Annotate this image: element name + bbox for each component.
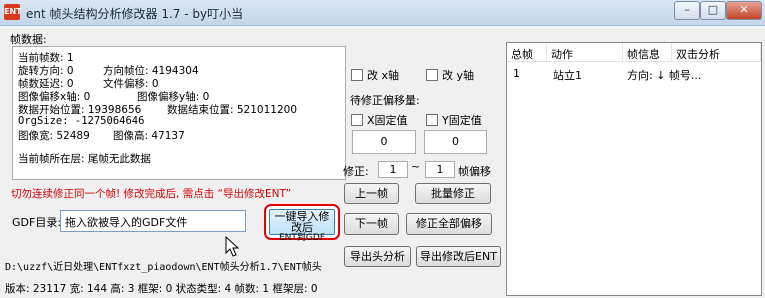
- mouse-cursor-icon: [225, 236, 239, 257]
- warning-text: 切勿连续修正同一个帧! 修改完成后, 需点击 “导出修改ENT”: [11, 188, 292, 200]
- maximize-icon: □: [707, 3, 719, 16]
- gdf-dir-label: GDF目录:: [12, 216, 62, 229]
- correction-label: 修正:: [343, 165, 369, 178]
- correction-tilde: ~: [411, 160, 421, 173]
- flip-y-label: 改 y轴: [442, 69, 475, 82]
- fix-y-input[interactable]: 0: [424, 130, 487, 154]
- file-path-text: D:\uzzf\近日处理\ENTfxzt_piaodown\ENT帧头分析1.7…: [5, 262, 322, 273]
- fix-x-input[interactable]: 0: [352, 130, 416, 154]
- fix-y-label: Y固定值: [442, 114, 482, 127]
- current-layer-text: 当前帧所在层: 尾帧无此数据: [18, 153, 151, 165]
- export-header-button[interactable]: 导出头分析: [344, 246, 411, 267]
- next-frame-button[interactable]: 下一帧: [344, 213, 399, 235]
- column-header-total[interactable]: 总帧: [507, 43, 547, 62]
- app-logo-icon: ENT: [4, 4, 22, 20]
- checkbox-box[interactable]: [426, 114, 438, 126]
- frame-data-label: 帧数据:: [10, 33, 47, 46]
- table-row-total[interactable]: 1: [509, 67, 520, 80]
- fix-all-button[interactable]: 修正全部偏移: [406, 213, 492, 235]
- checkbox-box[interactable]: [426, 69, 438, 81]
- checkbox-box[interactable]: [351, 114, 363, 126]
- import-highlight-frame: 一键导入修改后 ENT到GDF: [264, 204, 340, 243]
- gdf-dir-input[interactable]: 拖入欲被导入的GDF文件: [60, 210, 246, 232]
- table-row-action[interactable]: 站立1: [549, 67, 582, 83]
- fix-x-label: X固定值: [367, 114, 408, 127]
- import-button-line2: ENT到GDF: [279, 233, 325, 243]
- correction-from-input[interactable]: 1: [378, 161, 408, 178]
- import-ent-to-gdf-button[interactable]: 一键导入修改后 ENT到GDF: [269, 209, 335, 243]
- close-button[interactable]: ✕: [726, 1, 762, 20]
- column-header-frame-info[interactable]: 帧信息: [623, 43, 672, 62]
- data-end-text: 数据结束位置: 521011200: [167, 104, 297, 116]
- maximize-button[interactable]: □: [700, 1, 726, 20]
- import-button-line1: 一键导入修改后: [274, 210, 330, 234]
- image-height-text: 图像高: 47137: [113, 130, 185, 142]
- status-bar-text: 版本: 23117 宽: 144 高: 3 框架: 0 状态类型: 4 帧数: …: [5, 283, 318, 295]
- flip-y-checkbox[interactable]: 改 y轴: [426, 67, 474, 83]
- batch-fix-button[interactable]: 批量修正: [415, 183, 491, 204]
- title-bar: ENT ent 帧头结构分析修改器 1.7 - by叮小当 – □ ✕: [0, 0, 765, 26]
- flip-x-label: 改 x轴: [367, 69, 400, 82]
- frame-info-panel[interactable]: 当前帧数: 1 旋转方向: 0 方向帧位: 4194304 帧数延迟: 0 文件…: [12, 46, 346, 180]
- table-row-frame-info[interactable]: 方向: ↓ 帧号...: [623, 67, 701, 83]
- column-header-analyze[interactable]: 双击分析: [672, 43, 761, 62]
- pending-offset-label: 待修正偏移量:: [350, 94, 420, 107]
- minimize-button[interactable]: –: [674, 1, 700, 20]
- flip-x-checkbox[interactable]: 改 x轴: [351, 67, 399, 83]
- minimize-icon: –: [684, 3, 690, 16]
- frame-offset-label: 帧偏移: [458, 165, 491, 178]
- close-icon: ✕: [739, 3, 749, 16]
- correction-to-input[interactable]: 1: [425, 161, 455, 178]
- fix-y-checkbox[interactable]: Y固定值: [426, 112, 482, 128]
- window-title: ent 帧头结构分析修改器 1.7 - by叮小当: [26, 7, 244, 21]
- checkbox-box[interactable]: [351, 69, 363, 81]
- prev-frame-button[interactable]: 上一帧: [344, 183, 399, 204]
- frame-list-table[interactable]: 总帧 动作 帧信息 双击分析 1 站立1 方向: ↓ 帧号...: [506, 42, 762, 296]
- orgsize-text: OrgSize: -1275064646: [18, 115, 145, 127]
- export-modified-ent-button[interactable]: 导出修改后ENT: [416, 246, 501, 267]
- image-width-text: 图像宽: 52489: [18, 130, 90, 142]
- fix-x-checkbox[interactable]: X固定值: [351, 112, 408, 128]
- column-header-action[interactable]: 动作: [547, 43, 623, 62]
